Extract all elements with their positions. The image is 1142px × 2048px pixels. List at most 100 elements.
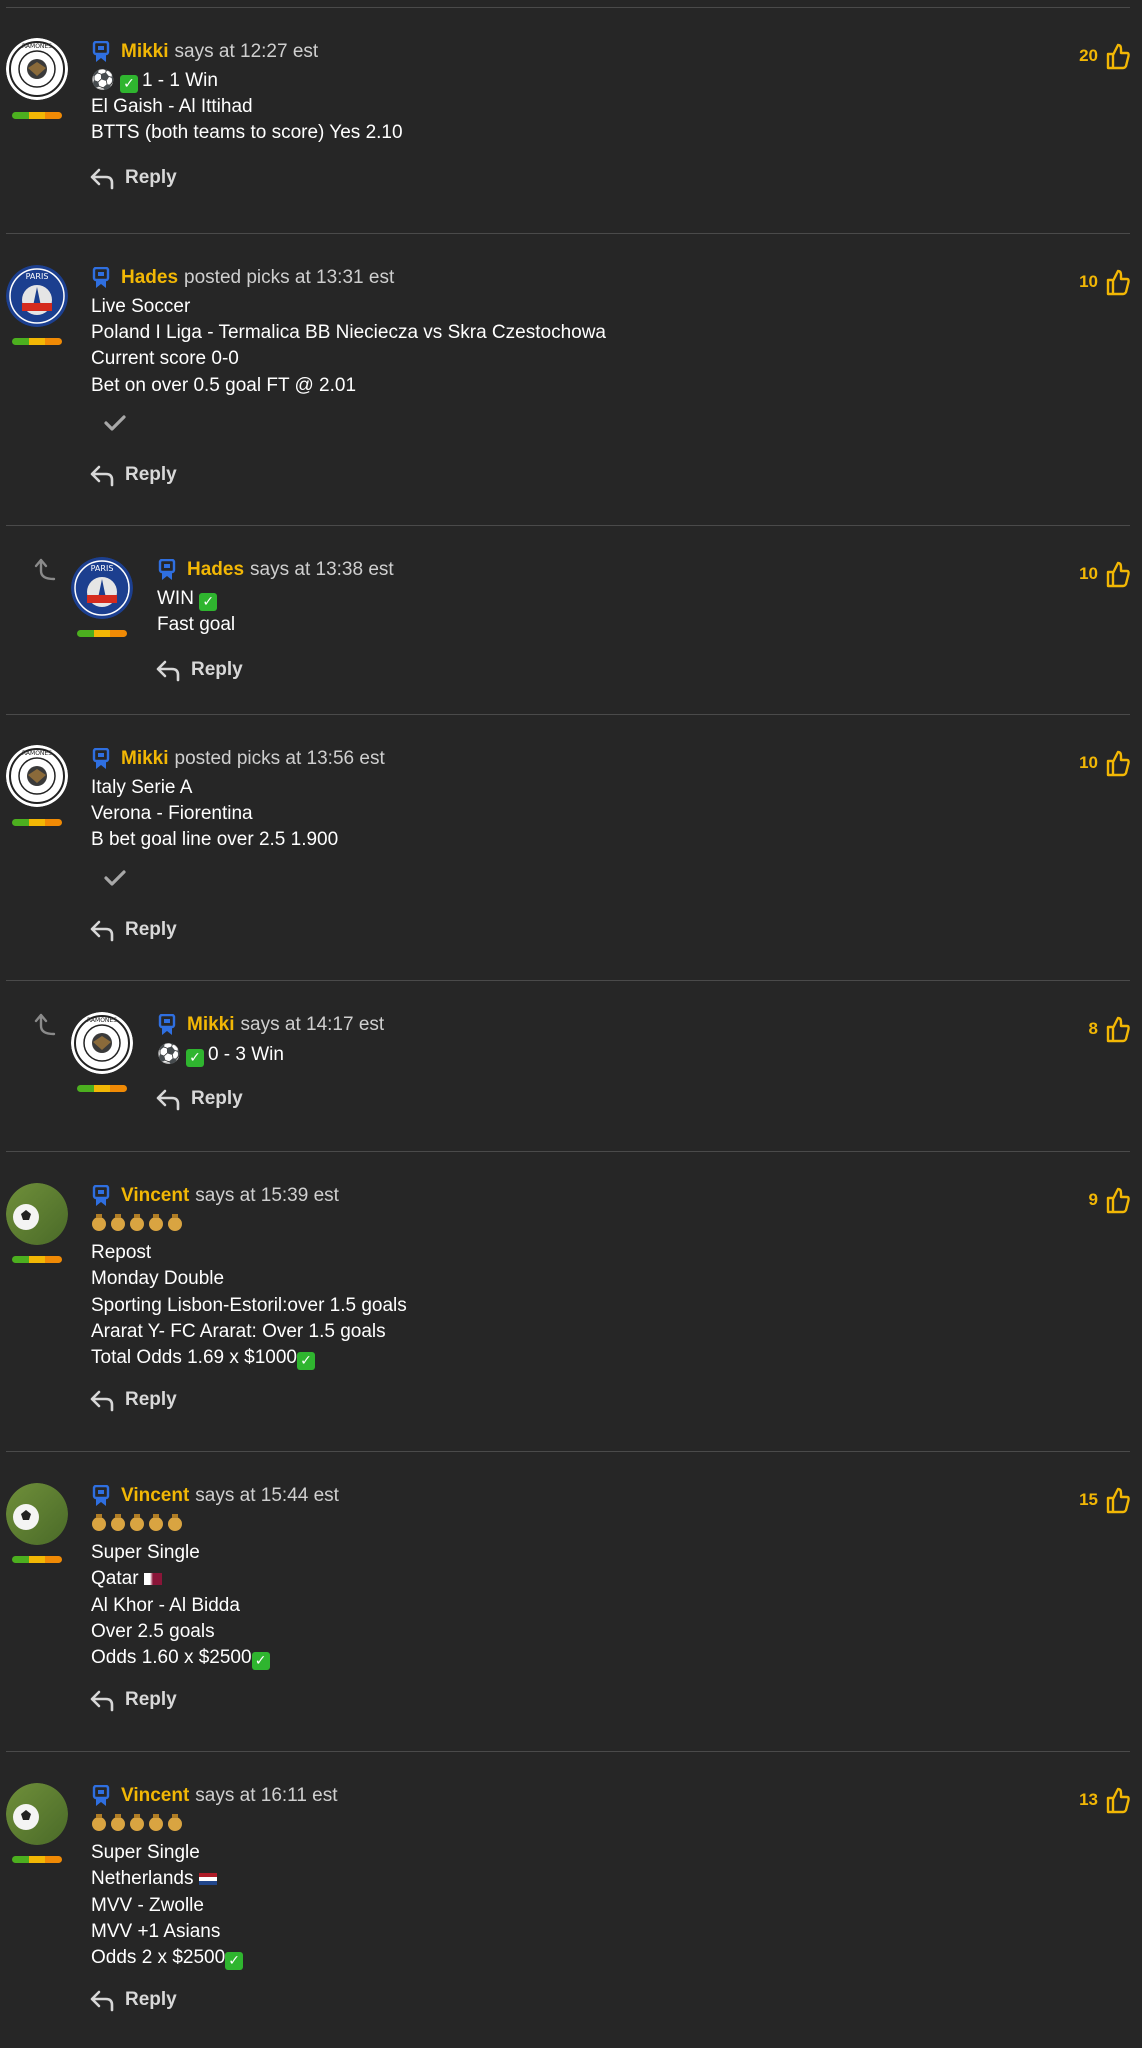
comment-line: Verona - Fiorentina	[91, 803, 253, 825]
comment-line: Al Khor - Al Bidda	[91, 1594, 240, 1616]
username[interactable]: Hades	[187, 558, 244, 582]
username[interactable]: Vincent	[121, 1184, 189, 1208]
post-meta: says at 15:39 est	[195, 1185, 339, 1206]
like-count: 9	[1088, 1190, 1098, 1209]
divider	[6, 7, 1130, 8]
comment-body: Repost Monday Double Sporting Lisbon-Est…	[91, 1212, 407, 1371]
reply-arrow-icon	[90, 168, 114, 190]
comment-line: MVV +1 Asians	[91, 1920, 221, 1942]
username[interactable]: Vincent	[121, 1484, 189, 1508]
comment-line: 1 - 1 Win	[141, 70, 218, 91]
avatar[interactable]: PARIS	[71, 557, 133, 619]
reply-button[interactable]: Reply	[89, 1388, 177, 1412]
nested-reply-arrow-icon	[34, 558, 56, 581]
reply-label: Reply	[125, 464, 177, 485]
like-button[interactable]: 20	[1079, 42, 1130, 70]
username[interactable]: Mikki	[121, 747, 169, 771]
like-button[interactable]: 15	[1079, 1486, 1130, 1514]
like-button[interactable]: 10	[1079, 749, 1130, 777]
avatar[interactable]	[6, 1483, 68, 1545]
thumbs-up-icon	[1106, 1487, 1130, 1514]
reply-button[interactable]: Reply	[89, 1688, 177, 1712]
reply-button[interactable]: Reply	[89, 463, 177, 487]
avatar[interactable]: PARIS	[6, 265, 68, 327]
like-count: 10	[1079, 753, 1098, 772]
comment-line: El Gaish - Al Ittihad	[91, 96, 253, 118]
like-count: 13	[1079, 1790, 1098, 1809]
post-meta: says at 13:38 est	[250, 559, 394, 580]
svg-text:PARIS: PARIS	[91, 564, 114, 573]
reply-button[interactable]: Reply	[89, 1988, 177, 2012]
avatar[interactable]: RAMONES	[6, 745, 68, 807]
rank-bar	[12, 1856, 62, 1863]
username[interactable]: Hades	[121, 266, 178, 290]
checkmark-icon	[104, 415, 126, 431]
comment-line: Sporting Lisbon-Estoril:over 1.5 goals	[91, 1294, 407, 1316]
reply-label: Reply	[125, 1989, 177, 2010]
check-icon: ✓	[199, 593, 218, 611]
avatar[interactable]	[6, 1783, 68, 1845]
thumbs-up-icon	[1106, 1787, 1130, 1814]
comment-header: Hades posted picks at 13:31 est	[91, 266, 394, 290]
comment-line: Fast goal	[157, 614, 236, 636]
like-button[interactable]: 10	[1079, 268, 1130, 296]
reply-button[interactable]: Reply	[155, 658, 243, 682]
comment-line: B bet goal line over 2.5 1.900	[91, 829, 339, 851]
comment-line: Current score 0-0	[91, 348, 239, 370]
check-icon: ✓	[185, 1049, 204, 1067]
post-meta: says at 15:44 est	[195, 1485, 339, 1506]
svg-text:RAMONES: RAMONES	[22, 43, 52, 50]
post-meta: posted picks at 13:31 est	[184, 267, 395, 288]
divider	[6, 1751, 1130, 1752]
avatar[interactable]: RAMONES	[6, 38, 68, 100]
reply-arrow-icon	[90, 1990, 114, 2012]
reply-button[interactable]: Reply	[89, 166, 177, 190]
soccer-ball-icon: ⚽	[157, 1043, 181, 1065]
rank-bar	[12, 338, 62, 345]
rank-bar	[77, 630, 127, 637]
check-icon: ✓	[225, 1952, 244, 1971]
blue-badge-icon	[92, 1485, 110, 1506]
username[interactable]: Mikki	[121, 40, 169, 64]
rank-bar	[12, 1256, 62, 1263]
thumbs-up-icon	[1106, 750, 1130, 777]
reply-label: Reply	[125, 167, 177, 188]
reply-arrow-icon	[90, 1390, 114, 1412]
rank-bar	[77, 1085, 127, 1092]
post-meta: says at 16:11 est	[195, 1785, 338, 1806]
comment-line: Italy Serie A	[91, 777, 193, 798]
like-button[interactable]: 9	[1089, 1186, 1130, 1214]
like-count: 15	[1079, 1490, 1098, 1509]
like-button[interactable]: 13	[1079, 1786, 1130, 1814]
comment-line: Over 2.5 goals	[91, 1620, 215, 1642]
rank-bar	[12, 1556, 62, 1563]
username[interactable]: Vincent	[121, 1784, 189, 1808]
reply-label: Reply	[125, 919, 177, 940]
reply-arrow-icon	[90, 920, 114, 942]
reply-button[interactable]: Reply	[89, 918, 177, 942]
comment-header: Mikki says at 12:27 est	[91, 40, 318, 64]
comment-body: Live Soccer Poland I Liga - Termalica BB…	[91, 294, 606, 399]
like-button[interactable]: 8	[1089, 1015, 1130, 1043]
comment-header: Mikki says at 14:17 est	[157, 1013, 384, 1037]
blue-badge-icon	[158, 559, 176, 580]
blue-badge-icon	[92, 748, 110, 769]
rank-bar	[12, 819, 62, 826]
username[interactable]: Mikki	[187, 1013, 235, 1037]
reply-arrow-icon	[156, 660, 180, 682]
reply-button[interactable]: Reply	[155, 1087, 243, 1111]
avatar[interactable]	[6, 1183, 68, 1245]
comment-line: Monday Double	[91, 1268, 225, 1290]
post-meta: says at 12:27 est	[174, 41, 319, 62]
avatar[interactable]: RAMONES	[71, 1012, 133, 1074]
divider	[6, 525, 1130, 526]
reply-label: Reply	[125, 1689, 177, 1710]
svg-text:PARIS: PARIS	[26, 272, 49, 281]
comment-body: WIN ✓ Fast goal	[157, 586, 235, 638]
like-button[interactable]: 10	[1079, 560, 1130, 588]
soccer-ball-icon: ⚽	[91, 69, 115, 91]
blue-badge-icon	[92, 1785, 110, 1806]
blue-badge-icon	[92, 267, 110, 288]
check-icon: ✓	[296, 1352, 315, 1371]
like-count: 10	[1079, 564, 1098, 583]
